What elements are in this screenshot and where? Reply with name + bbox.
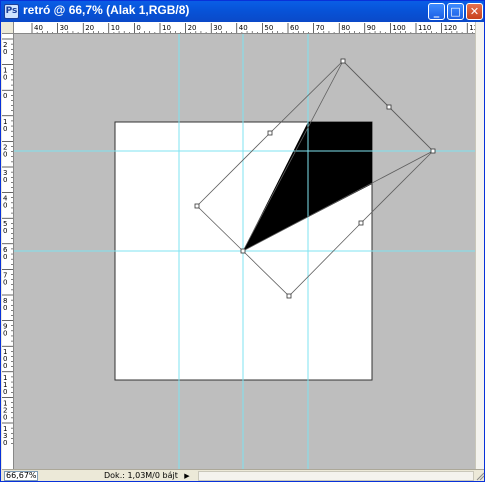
- ruler-label: 70: [316, 24, 325, 32]
- horizontal-ruler-ticks: 403020100102030405060708090100110120130: [31, 23, 475, 33]
- ruler-label: 0: [3, 439, 7, 447]
- ruler-label: 0: [3, 74, 7, 82]
- ruler-label: 0: [3, 388, 7, 396]
- ruler-label: 90: [367, 24, 376, 32]
- transform-handle[interactable]: [194, 203, 200, 209]
- ruler-label: 50: [264, 24, 273, 32]
- ruler-label: 40: [34, 24, 43, 32]
- transform-handle[interactable]: [286, 293, 292, 299]
- ruler-label: 60: [290, 24, 299, 32]
- vertical-ruler[interactable]: 20100102030405060708090100110120130: [2, 34, 14, 469]
- ruler-label: 0: [3, 48, 7, 56]
- canvas-artwork: [14, 34, 475, 469]
- horizontal-ruler[interactable]: 403020100102030405060708090100110120130: [14, 22, 475, 34]
- status-menu-arrow-icon[interactable]: ▶: [182, 471, 192, 481]
- ruler-label: 10: [162, 24, 171, 32]
- title-bar[interactable]: Ps retró @ 66,7% (Alak 1,RGB/8) _ □ ✕: [1, 1, 484, 22]
- ruler-label: 0: [3, 304, 7, 312]
- ruler-label: 0: [3, 150, 7, 158]
- document-window: Ps retró @ 66,7% (Alak 1,RGB/8) _ □ ✕ 40…: [0, 0, 485, 482]
- ruler-label: 80: [341, 24, 350, 32]
- ruler-label: 0: [3, 278, 7, 286]
- ruler-label: 20: [188, 24, 197, 32]
- photoshop-document-icon: Ps: [4, 4, 19, 19]
- ruler-label: 0: [3, 92, 7, 100]
- ruler-label: 0: [3, 362, 7, 370]
- ruler-label: 110: [418, 24, 431, 32]
- canvas-area[interactable]: [14, 34, 475, 469]
- horizontal-scrollbar[interactable]: [198, 471, 474, 481]
- vertical-scrollbar[interactable]: [475, 22, 484, 469]
- ruler-label: 0: [3, 202, 7, 210]
- ruler-label: 0: [3, 176, 7, 184]
- transform-handle[interactable]: [340, 58, 346, 64]
- transform-handle[interactable]: [386, 104, 392, 110]
- ruler-label: 30: [213, 24, 222, 32]
- zoom-level-input[interactable]: 66,67%: [4, 471, 38, 481]
- status-bar: 66,67% Dok.: 1,03M/0 bájt ▶: [2, 469, 485, 482]
- ruler-label: 120: [444, 24, 457, 32]
- document-info: Dok.: 1,03M/0 bájt: [104, 471, 178, 480]
- transform-handle[interactable]: [358, 220, 364, 226]
- transform-handle[interactable]: [430, 148, 436, 154]
- ruler-label: 100: [392, 24, 405, 32]
- resize-grip-icon[interactable]: [475, 470, 485, 482]
- ruler-label: 0: [3, 413, 7, 421]
- ruler-label: 40: [239, 24, 248, 32]
- transform-handle[interactable]: [267, 130, 273, 136]
- ruler-label: 0: [3, 253, 7, 261]
- transform-handle[interactable]: [240, 248, 246, 254]
- minimize-button[interactable]: _: [428, 3, 445, 20]
- ruler-label: 0: [3, 125, 7, 133]
- ruler-origin[interactable]: [2, 22, 14, 34]
- ruler-label: 0: [3, 227, 7, 235]
- ruler-label: 30: [60, 24, 69, 32]
- vertical-ruler-ticks: 20100102030405060708090100110120130: [2, 38, 13, 447]
- ruler-label: 20: [85, 24, 94, 32]
- window-title: retró @ 66,7% (Alak 1,RGB/8): [23, 3, 190, 17]
- ruler-label: 0: [3, 330, 7, 338]
- maximize-button[interactable]: □: [447, 3, 464, 20]
- close-button[interactable]: ✕: [466, 3, 483, 20]
- ruler-label: 10: [111, 24, 120, 32]
- ruler-label: 0: [136, 24, 140, 32]
